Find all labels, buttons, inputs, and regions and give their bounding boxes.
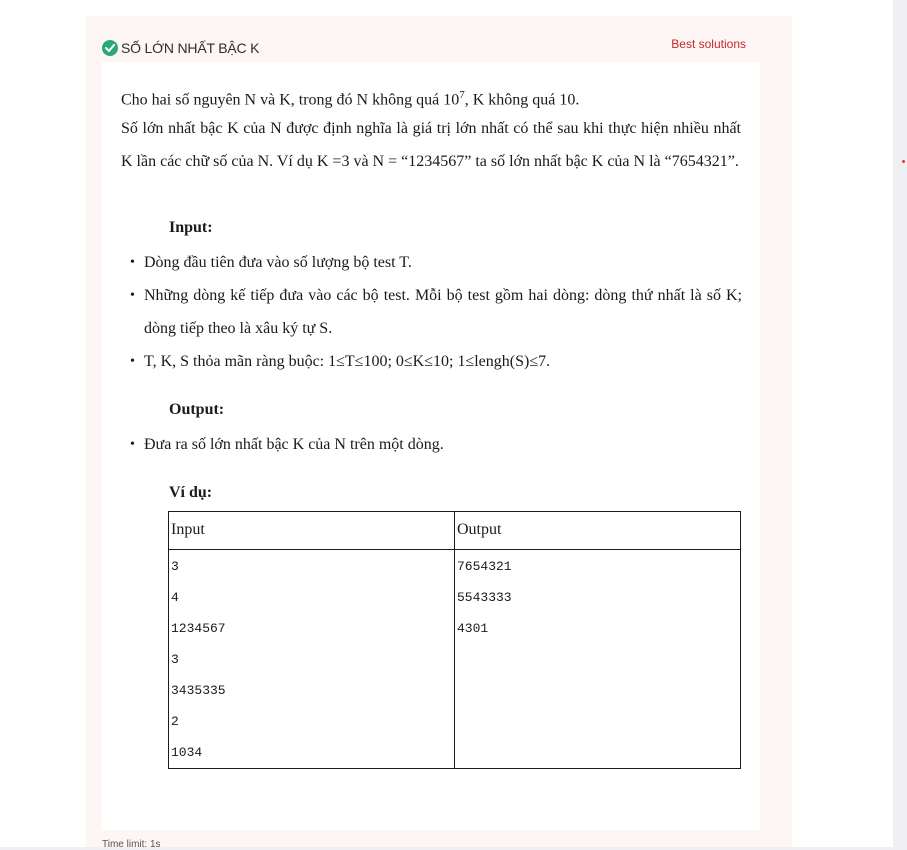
- table-header-divider: [169, 549, 740, 550]
- time-limit: Time limit: 1s: [102, 839, 161, 850]
- bullet-icon: •: [130, 354, 135, 369]
- problem-statement: Cho hai số nguyên N và K, trong đó N khô…: [102, 62, 760, 830]
- example-heading: Ví dụ:: [169, 484, 213, 501]
- list-item: • Dòng đầu tiên đưa vào số lượng bộ test…: [130, 246, 742, 279]
- notification-dot: [902, 160, 905, 163]
- list-item-text: Đưa ra số lớn nhất bậc K của N trên một …: [144, 436, 444, 453]
- output-line: 7654321: [457, 559, 512, 574]
- best-solutions-link[interactable]: Best solutions: [671, 37, 746, 51]
- input-line: 4: [171, 590, 179, 605]
- list-item-text: T, K, S thỏa mãn ràng buộc: 1≤T≤100; 0≤K…: [144, 353, 551, 370]
- problem-title: SỐ LỚN NHẤT BẬC K: [121, 40, 260, 56]
- problem-header: SỐ LỚN NHẤT BẬC K Best solutions: [102, 36, 748, 60]
- scrollbar-track[interactable]: [893, 0, 907, 847]
- bullet-icon: •: [130, 255, 135, 270]
- input-line: 3: [171, 652, 179, 667]
- input-line: 2: [171, 714, 179, 729]
- example-table: Input Output 3 4 1234567 3 3435335 2 103…: [168, 511, 741, 769]
- table-header-input: Input: [171, 521, 205, 538]
- bullet-icon: •: [130, 437, 135, 452]
- list-item: • Những dòng kế tiếp đưa vào các bộ test…: [130, 279, 742, 345]
- statement-text: , K không quá 10.: [464, 91, 580, 109]
- statement-paragraph-2: Số lớn nhất bậc K của N được định nghĩa …: [121, 120, 741, 170]
- input-line: 1034: [171, 745, 203, 760]
- list-item-text: Những dòng kế tiếp đưa vào các bộ test. …: [144, 287, 742, 337]
- output-line: 5543333: [457, 590, 512, 605]
- input-line: 3: [171, 559, 179, 574]
- bullet-icon: •: [130, 288, 135, 303]
- output-heading: Output:: [169, 401, 225, 418]
- check-circle-icon: [102, 40, 118, 56]
- statement-paragraph-1: Cho hai số nguyên N và K, trong đó N khô…: [121, 79, 741, 116]
- input-line: 3435335: [171, 683, 226, 698]
- input-heading: Input:: [169, 219, 213, 236]
- input-line: 1234567: [171, 621, 226, 636]
- statement-text: Cho hai số nguyên N và K, trong đó N khô…: [121, 91, 460, 109]
- output-line: 4301: [457, 621, 489, 636]
- list-item: • Đưa ra số lớn nhất bậc K của N trên mộ…: [130, 428, 742, 461]
- table-header-output: Output: [457, 521, 502, 538]
- list-item: • T, K, S thỏa mãn ràng buộc: 1≤T≤100; 0…: [130, 345, 742, 378]
- table-column-divider: [454, 512, 455, 768]
- list-item-text: Dòng đầu tiên đưa vào số lượng bộ test T…: [144, 254, 412, 271]
